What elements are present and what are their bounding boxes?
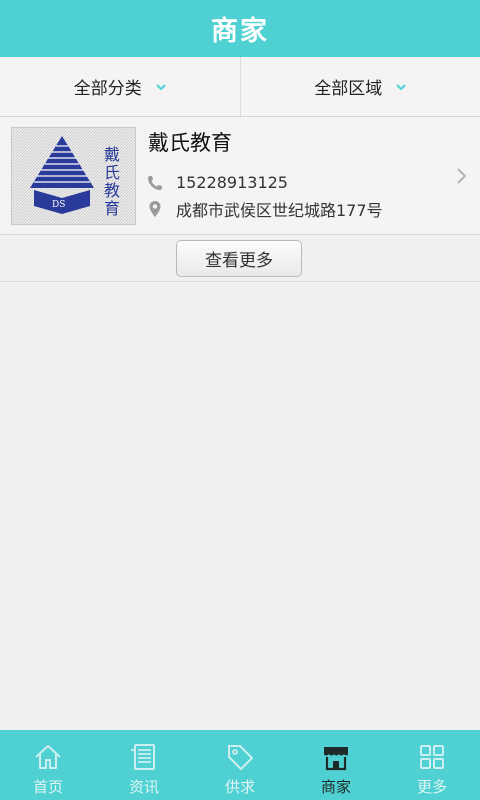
svg-text:氏: 氏 bbox=[104, 163, 120, 182]
page-title: 商家 bbox=[211, 16, 269, 47]
news-icon bbox=[131, 744, 155, 770]
area-filter-label: 全部区域 bbox=[314, 79, 383, 99]
svg-text:教: 教 bbox=[104, 181, 120, 200]
tab-supply-label: 供求 bbox=[224, 778, 255, 796]
load-more-area: 查看更多 bbox=[0, 236, 480, 282]
tab-more[interactable]: 更多 bbox=[384, 730, 480, 800]
tab-supply[interactable]: 供求 bbox=[192, 730, 288, 800]
svg-text:DS: DS bbox=[52, 200, 65, 210]
tab-news-label: 资讯 bbox=[128, 778, 159, 796]
svg-text:育: 育 bbox=[104, 199, 120, 218]
location-pin-icon bbox=[149, 201, 161, 217]
merchant-phone: 15228913125 bbox=[176, 173, 288, 192]
tab-home-label: 首页 bbox=[32, 778, 63, 796]
tag-icon bbox=[228, 745, 253, 770]
tab-news[interactable]: 资讯 bbox=[96, 730, 192, 800]
top-bar: 商家 bbox=[0, 0, 480, 57]
merchant-logo: 戴 氏 教 育 DS bbox=[11, 127, 136, 225]
tab-merchants-label: 商家 bbox=[320, 778, 351, 796]
tab-home[interactable]: 首页 bbox=[0, 730, 96, 800]
load-more-button[interactable]: 查看更多 bbox=[176, 240, 302, 277]
tab-more-label: 更多 bbox=[416, 778, 447, 796]
home-icon bbox=[35, 745, 61, 769]
filter-bar: 全部分类 全部区域 bbox=[0, 57, 480, 117]
chevron-down-icon bbox=[156, 83, 166, 90]
grid-icon bbox=[420, 745, 444, 769]
tab-merchants[interactable]: 商家 bbox=[288, 730, 384, 800]
merchant-phone-row[interactable]: 15228913125 bbox=[146, 173, 288, 192]
category-filter[interactable]: 全部分类 bbox=[0, 57, 240, 116]
category-filter-label: 全部分类 bbox=[73, 79, 142, 99]
merchant-address-row: 成都市武侯区世纪城路177号 bbox=[146, 197, 383, 221]
area-filter[interactable]: 全部区域 bbox=[239, 57, 480, 116]
merchant-address: 成都市武侯区世纪城路177号 bbox=[176, 201, 383, 220]
phone-icon bbox=[148, 175, 162, 190]
bottom-tab-bar: 首页 资讯 供求 商家 更多 bbox=[0, 730, 480, 800]
merchant-name: 戴氏教育 bbox=[148, 131, 232, 155]
merchant-list-item[interactable]: 戴 氏 教 育 DS 戴氏教育 15228913125 成都市武侯区世纪城路17… bbox=[0, 117, 480, 235]
store-icon bbox=[324, 747, 348, 771]
chevron-down-icon bbox=[396, 83, 406, 90]
chevron-right-icon bbox=[457, 168, 467, 184]
svg-text:戴: 戴 bbox=[104, 145, 120, 164]
